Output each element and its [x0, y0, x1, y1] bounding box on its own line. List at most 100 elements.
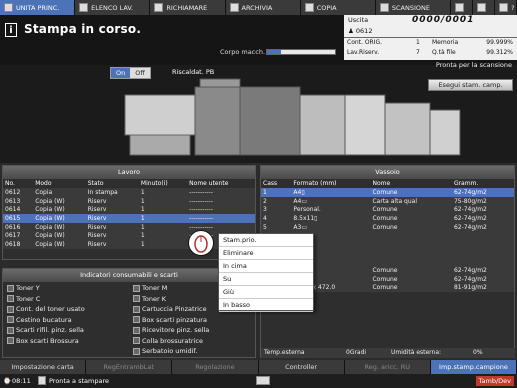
cont-orig-value: 1 — [416, 39, 420, 46]
tab-unita-princ[interactable]: UNITA PRINC. — [0, 0, 76, 15]
consumable-item: Ricevitore pinz. sella — [133, 326, 209, 334]
job-cell: Copia (W) — [33, 196, 86, 206]
tray-row[interactable]: 3 Personal. Comune 62-74g/m2 — [261, 205, 514, 215]
tray-cell: Comune — [370, 274, 452, 284]
tray-title: Vassoio — [261, 166, 514, 179]
consumable-icon — [7, 305, 14, 313]
on-button[interactable]: On — [111, 68, 131, 78]
job-col-header: Minuto(i) — [138, 179, 188, 188]
footer-tab[interactable]: Reg. aricc. RU — [344, 360, 431, 374]
tray-cell: 62-74g/m2 — [451, 266, 514, 275]
consumable-item: Colla brossuratrice — [133, 337, 203, 345]
tab-globe-icon[interactable] — [473, 0, 496, 15]
context-menu-item[interactable]: Eliminare — [219, 247, 313, 260]
tab-scansione[interactable]: SCANSIONE — [375, 0, 452, 15]
job-row[interactable]: 0612 Copia In stampa 1 ----------- — [3, 188, 255, 197]
tray-cell: 62-74g/m2 — [451, 188, 514, 197]
job-row[interactable]: 0613 Copia (W) Riserv 1 ----------- — [3, 196, 255, 206]
humidity-value: 0% — [473, 349, 483, 356]
tray-col-header: Cass — [261, 179, 292, 188]
tray-col-header: Formato (mm) — [291, 179, 371, 188]
tab-label: RICHIAMARE — [166, 3, 208, 12]
mouse-glyph — [194, 235, 208, 253]
tray-cell: A4▯ — [291, 188, 371, 197]
job-row[interactable]: 0614 Copia (W) Riserv 1 ----------- — [3, 205, 255, 215]
info-icon: i — [5, 23, 17, 37]
tray-row[interactable]: 1 A4▯ Comune 62-74g/m2 — [261, 188, 514, 197]
job-row[interactable]: 0615 Copia (W) Riserv 1 ----------- — [3, 214, 255, 223]
corpo-macchina-label: Corpo macch. — [220, 48, 266, 56]
job-list-title: Lavoro — [3, 166, 255, 179]
consumable-icon — [7, 295, 14, 302]
footer-tab[interactable]: Controller — [258, 360, 345, 374]
footer-tab[interactable]: Imp.stamp.campione — [430, 360, 517, 374]
consumable-label: Cestino bucatura — [16, 315, 72, 324]
tray-col-header: Nome — [370, 179, 452, 188]
environment-bar: Temp.esterna 0Gradi Umidità esterna: 0% — [261, 348, 515, 358]
tray-cell: A3▭ — [291, 222, 371, 232]
consumable-label: Cont. del toner usato — [16, 305, 85, 313]
job-cell: 0615 — [3, 214, 34, 223]
context-menu-item[interactable]: Giù — [219, 286, 313, 299]
tab-elenco-lav[interactable]: ELENCO LAV. — [75, 0, 151, 15]
consumable-icon — [133, 337, 140, 344]
context-menu-item[interactable]: In basso — [219, 299, 313, 312]
qta-file-value: 99.312% — [486, 49, 513, 56]
job-cell: ----------- — [187, 205, 255, 215]
tray-cell: 8.5x11▯ — [291, 214, 371, 223]
help-icon — [499, 3, 509, 12]
tray-col-header: Gramm. — [451, 179, 514, 188]
job-cell: 0617 — [3, 231, 34, 241]
tab-archivia[interactable]: ARCHIVIA — [225, 0, 301, 15]
tray-cell: Comune — [370, 205, 452, 215]
job-cell: Riserv — [85, 240, 139, 249]
consumable-item: Scarti rifil. pinz. sella — [7, 326, 84, 334]
context-menu-item[interactable]: In cima — [219, 260, 313, 273]
qta-file-label: Q.tà file — [432, 49, 456, 56]
consumable-icon — [133, 284, 140, 292]
tab-[interactable]: ? — [495, 0, 517, 15]
job-row[interactable]: 0616 Copia (W) Riserv 1 ----------- — [3, 222, 255, 232]
context-menu-item[interactable]: Su — [219, 273, 313, 286]
printer-status-icon — [38, 376, 46, 385]
job-cell: Copia (W) — [33, 214, 86, 223]
status-bar: ⌚ 08:11 Pronta a stampare Tamb/Dev — [0, 374, 517, 388]
heater-toggle[interactable]: On Off — [110, 67, 151, 79]
tray-cell: Comune — [370, 222, 452, 232]
consumable-item: Toner M — [133, 284, 167, 292]
printer-icon — [4, 3, 13, 12]
tray-cell: 1 — [261, 188, 292, 197]
footer-tab[interactable]: Regolazione — [172, 360, 259, 374]
time-display: 08:11 — [12, 377, 31, 385]
tab-copia[interactable]: COPIA — [300, 0, 376, 15]
tray-row[interactable]: 5 A3▭ Comune 62-74g/m2 — [261, 222, 514, 232]
tray-row[interactable]: 4 8.5x11▯ Comune 62-74g/m2 — [261, 214, 514, 223]
consumable-label: Toner M — [142, 284, 168, 292]
mouse-icon — [188, 230, 214, 256]
keyboard-icon[interactable] — [256, 376, 270, 385]
tab-settings-icon[interactable] — [451, 0, 474, 15]
tab-richiamare[interactable]: RICHIAMARE — [150, 0, 226, 15]
consumable-item: Box scarti pinzatura — [133, 316, 207, 324]
job-cell: Riserv — [85, 214, 139, 223]
job-cell: Copia (W) — [33, 240, 86, 249]
riscaldat-label: Riscaldat. PB — [172, 68, 215, 76]
temp-value: 0Gradi — [346, 349, 367, 356]
job-cell: In stampa — [85, 188, 139, 197]
memoria-label: Memoria — [432, 39, 459, 46]
job-cell: 0613 — [3, 196, 34, 206]
tray-cell — [451, 257, 514, 267]
job-cell: ----------- — [187, 214, 255, 223]
tamb-dev-indicator[interactable]: Tamb/Dev — [475, 376, 514, 386]
consumable-item: Cestino bucatura — [7, 316, 72, 324]
context-menu-item[interactable]: Stam.prio. — [219, 234, 313, 247]
sample-print-button[interactable]: Esegui stam. camp. — [428, 79, 513, 91]
job-cell: 1 — [138, 214, 188, 223]
tray-cell — [451, 248, 514, 258]
consumable-icon — [133, 305, 140, 313]
footer-tab[interactable]: RegEntrambLat — [86, 360, 173, 374]
tray-row[interactable]: 2 A4▭ Carta alta qual 75-80g/m2 — [261, 196, 514, 206]
footer-tab[interactable]: Impostazione carta — [0, 360, 87, 374]
job-cell: 1 — [138, 188, 188, 197]
off-button[interactable]: Off — [130, 68, 150, 78]
